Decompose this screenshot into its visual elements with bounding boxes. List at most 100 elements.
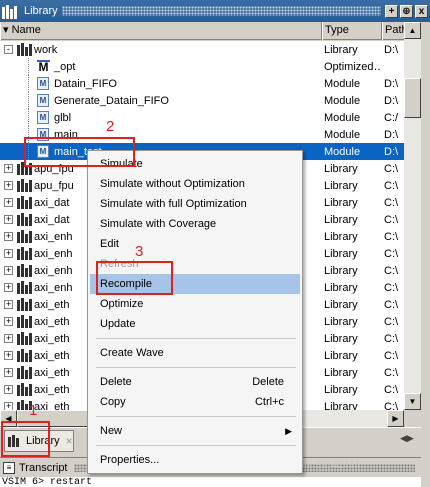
menu-item-update[interactable]: Update bbox=[90, 314, 300, 334]
tree-row-path: D:\ bbox=[384, 77, 399, 90]
expand-icon[interactable]: + bbox=[4, 249, 13, 258]
tree-line bbox=[28, 92, 29, 109]
tree-row-type: Library bbox=[324, 366, 358, 379]
menu-item-simulate-with-coverage[interactable]: Simulate with Coverage bbox=[90, 214, 300, 234]
tree-line bbox=[28, 58, 29, 75]
tree-row-type: Module bbox=[324, 145, 361, 158]
window-titlebar: Library + ⊕ x bbox=[0, 0, 430, 22]
menu-item-shortcut: Ctrl+c bbox=[254, 396, 284, 408]
library-icon bbox=[17, 213, 33, 226]
tab-close-icon[interactable]: × bbox=[66, 434, 73, 448]
tree-row-type: Library bbox=[324, 332, 358, 345]
tree-row[interactable]: Mglbl Module C:/ bbox=[0, 109, 404, 126]
tree-row-path: C:\ bbox=[384, 179, 399, 192]
tree-row-label: axi_eth bbox=[34, 366, 70, 379]
library-icon bbox=[17, 247, 33, 260]
menu-item-label: Create Wave bbox=[100, 347, 164, 359]
tab-scroll-icon[interactable]: ◀▶ bbox=[400, 433, 414, 444]
annotation-number-1: 1 bbox=[29, 402, 38, 419]
menu-item-edit[interactable]: Edit bbox=[90, 234, 300, 254]
tree-row-name-cell: Mglbl bbox=[0, 109, 322, 126]
library-icon bbox=[17, 366, 33, 379]
scroll-up-icon[interactable]: ▲ bbox=[404, 22, 421, 39]
tree-row-label: axi_enh bbox=[34, 230, 73, 243]
tree-row-path: C:\ bbox=[384, 281, 399, 294]
module-icon: M bbox=[37, 94, 49, 107]
library-icon bbox=[2, 3, 20, 19]
column-name[interactable]: ▾ Name bbox=[0, 22, 322, 40]
expand-icon[interactable]: + bbox=[4, 198, 13, 207]
expand-icon[interactable]: + bbox=[4, 215, 13, 224]
menu-item-simulate-with-full-optimization[interactable]: Simulate with full Optimization bbox=[90, 194, 300, 214]
tree-row-label: Datain_FIFO bbox=[54, 77, 117, 90]
column-type[interactable]: Type bbox=[322, 22, 382, 40]
menu-item-simulate-without-optimization[interactable]: Simulate without Optimization bbox=[90, 174, 300, 194]
scroll-thumb[interactable] bbox=[404, 78, 421, 118]
annotation-number-2: 2 bbox=[106, 118, 115, 135]
menu-separator bbox=[96, 367, 296, 368]
transcript-console[interactable]: VSIM 6> restart bbox=[0, 477, 421, 487]
tree-row-path: C:\ bbox=[384, 298, 399, 311]
expand-icon[interactable]: + bbox=[4, 317, 13, 326]
library-icon bbox=[17, 196, 33, 209]
tree-row-path: D:\ bbox=[384, 43, 399, 56]
window-title: Library bbox=[24, 5, 58, 17]
menu-item-copy[interactable]: Copy Ctrl+c bbox=[90, 392, 300, 412]
collapse-icon[interactable]: - bbox=[4, 45, 13, 54]
library-icon bbox=[17, 315, 33, 328]
expand-icon[interactable]: + bbox=[4, 368, 13, 377]
expand-icon[interactable]: + bbox=[4, 164, 13, 173]
tree-row-type: Module bbox=[324, 77, 361, 90]
menu-item-shortcut: Delete bbox=[252, 376, 284, 388]
menu-item-label: Simulate without Optimization bbox=[100, 178, 245, 190]
tree-row[interactable]: M Datain_FIFO Module D:\ bbox=[0, 75, 404, 92]
menu-item-label: New bbox=[100, 425, 123, 437]
menu-item-label: Simulate with full Optimization bbox=[100, 198, 247, 210]
expand-icon[interactable]: + bbox=[4, 232, 13, 241]
scroll-right-icon[interactable]: ▶ bbox=[387, 410, 404, 427]
menu-item-optimize[interactable]: Optimize bbox=[90, 294, 300, 314]
library-icon bbox=[17, 43, 33, 56]
expand-icon[interactable]: + bbox=[4, 351, 13, 360]
titlebar-grip bbox=[61, 6, 381, 16]
menu-item-delete[interactable]: Delete Delete bbox=[90, 372, 300, 392]
tree-row-label: _opt bbox=[54, 60, 76, 73]
annotation-box-2 bbox=[24, 137, 135, 167]
menu-item-new[interactable]: New ▶ bbox=[90, 421, 300, 441]
tree-row[interactable]: M Generate_Datain_FIFO Module D:\ bbox=[0, 92, 404, 109]
menu-separator bbox=[96, 445, 296, 446]
library-icon bbox=[17, 281, 33, 294]
transcript-title: Transcript bbox=[19, 461, 68, 474]
expand-icon[interactable]: + bbox=[4, 181, 13, 190]
undock-icon[interactable]: ⊕ bbox=[400, 4, 413, 18]
expand-icon[interactable]: + bbox=[4, 300, 13, 309]
menu-separator bbox=[96, 338, 296, 339]
menu-item-create-wave[interactable]: Create Wave bbox=[90, 343, 300, 363]
add-icon[interactable]: + bbox=[385, 4, 398, 18]
tree-row-label: apu_fpu bbox=[34, 179, 74, 192]
close-icon[interactable]: x bbox=[415, 4, 428, 18]
tree-row-path: C:\ bbox=[384, 264, 399, 277]
tree-row[interactable]: M _opt Optimized… bbox=[0, 58, 404, 75]
tree-row-type: Library bbox=[324, 349, 358, 362]
expand-icon[interactable]: + bbox=[4, 385, 13, 394]
expand-icon[interactable]: + bbox=[4, 266, 13, 275]
tree-row-path: C:/ bbox=[384, 111, 399, 124]
vertical-scrollbar[interactable]: ▲ ▼ bbox=[404, 22, 421, 410]
tree-row-type: Library bbox=[324, 281, 358, 294]
expand-icon[interactable]: + bbox=[4, 402, 13, 410]
expand-icon[interactable]: + bbox=[4, 334, 13, 343]
annotation-box-1 bbox=[1, 421, 50, 457]
tree-row-label: work bbox=[34, 43, 58, 56]
tree-row-label: axi_eth bbox=[34, 332, 70, 345]
tree-row-path: C:\ bbox=[384, 230, 399, 243]
column-path[interactable]: Path bbox=[382, 22, 404, 40]
tree-row-name-cell: M Generate_Datain_FIFO bbox=[0, 92, 322, 109]
tree-row[interactable]: - work Library D:\ bbox=[0, 41, 404, 58]
transcript-icon: ≡ bbox=[3, 461, 15, 474]
tree-row-path: C:\ bbox=[384, 383, 399, 396]
menu-item-label: Update bbox=[100, 318, 136, 330]
menu-item-properties[interactable]: Properties... bbox=[90, 450, 300, 470]
scroll-down-icon[interactable]: ▼ bbox=[404, 393, 421, 410]
expand-icon[interactable]: + bbox=[4, 283, 13, 292]
